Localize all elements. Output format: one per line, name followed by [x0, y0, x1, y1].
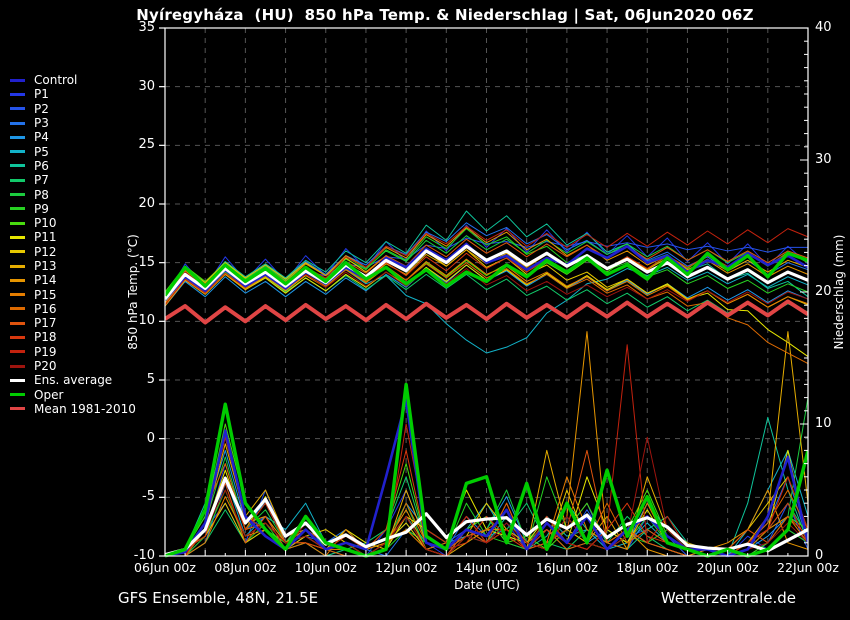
legend-label: P2 — [34, 103, 49, 115]
legend-swatch-p1 — [10, 93, 25, 96]
series-lines — [165, 211, 808, 556]
x-tick-label: 18Jun 00z — [601, 561, 693, 575]
y-left-tick-label: 30 — [113, 79, 155, 94]
legend-label: P8 — [34, 189, 49, 201]
legend-swatch-p6 — [10, 164, 25, 167]
y-right-tick-label: 30 — [815, 152, 849, 167]
legend-item-p19: P19 — [10, 345, 136, 359]
legend-item-oper: Oper — [10, 388, 136, 402]
y-left-tick-label: 20 — [113, 196, 155, 211]
legend-label: P20 — [34, 360, 57, 372]
legend-swatch-p13 — [10, 265, 25, 268]
legend-swatch-control — [10, 79, 25, 82]
legend-label: P17 — [34, 317, 57, 329]
y-left-tick-label: 0 — [113, 431, 155, 446]
y-left-tick-label: 25 — [113, 137, 155, 152]
legend-label: Mean 1981-2010 — [34, 403, 136, 415]
legend-swatch-p20 — [10, 365, 25, 368]
x-tick-label: 08Jun 00z — [199, 561, 291, 575]
x-axis-title: Date (UTC) — [437, 578, 537, 592]
legend-swatch-p16 — [10, 307, 25, 310]
legend-item-p2: P2 — [10, 102, 136, 116]
legend-swatch-mean-1981-2010 — [10, 407, 25, 410]
legend-swatch-p7 — [10, 179, 25, 182]
legend-item-mean-1981-2010: Mean 1981-2010 — [10, 402, 136, 416]
legend-swatch-p10 — [10, 222, 25, 225]
legend-label: P14 — [34, 274, 57, 286]
legend-item-p15: P15 — [10, 287, 136, 301]
y-left-axis-title: 850 hPa Temp. (°C) — [126, 234, 140, 350]
legend-item-p11: P11 — [10, 230, 136, 244]
y-left-tick-label: -5 — [113, 489, 155, 504]
legend-swatch-p8 — [10, 193, 25, 196]
legend-label: Ens. average — [34, 374, 112, 386]
legend-item-p3: P3 — [10, 116, 136, 130]
meteogram-page: Nyíregyháza (HU) 850 hPa Temp. & Nieders… — [0, 0, 850, 620]
legend-item-p14: P14 — [10, 273, 136, 287]
legend-item-p6: P6 — [10, 159, 136, 173]
legend-label: P9 — [34, 203, 49, 215]
legend-label: P7 — [34, 174, 49, 186]
legend-swatch-p12 — [10, 250, 25, 253]
legend-swatch-p19 — [10, 350, 25, 353]
legend-swatch-p18 — [10, 336, 25, 339]
x-tick-label: 20Jun 00z — [682, 561, 774, 575]
legend-label: P12 — [34, 246, 57, 258]
legend-swatch-p15 — [10, 293, 25, 296]
legend-item-p10: P10 — [10, 216, 136, 230]
footer-model-info: GFS Ensemble, 48N, 21.5E — [118, 589, 318, 607]
legend-label: P16 — [34, 303, 57, 315]
legend-item-p18: P18 — [10, 330, 136, 344]
legend-label: P4 — [34, 131, 49, 143]
legend-swatch-p11 — [10, 236, 25, 239]
y-right-tick-label: 40 — [815, 20, 849, 35]
legend-swatch-p9 — [10, 207, 25, 210]
y-right-tick-label: 20 — [815, 284, 849, 299]
x-tick-label: 22Jun 00z — [762, 561, 850, 575]
legend-label: P1 — [34, 88, 49, 100]
y-left-tick-label: 35 — [113, 20, 155, 35]
y-left-tick-label: 10 — [113, 313, 155, 328]
legend-label: P19 — [34, 346, 57, 358]
legend-swatch-p14 — [10, 279, 25, 282]
legend-swatch-p5 — [10, 150, 25, 153]
x-tick-label: 16Jun 00z — [521, 561, 613, 575]
footer-site-credit: Wetterzentrale.de — [600, 589, 796, 607]
x-tick-label: 06Jun 00z — [119, 561, 211, 575]
legend-swatch-p17 — [10, 322, 25, 325]
legend-swatch-p3 — [10, 122, 25, 125]
x-tick-label: 14Jun 00z — [441, 561, 533, 575]
y-left-tick-label: 15 — [113, 255, 155, 270]
legend-label: P5 — [34, 146, 49, 158]
legend-label: P6 — [34, 160, 49, 172]
x-tick-label: 12Jun 00z — [360, 561, 452, 575]
legend-swatch-p4 — [10, 136, 25, 139]
ensemble-legend: Control P1 P2 P3 P4 P5 P6 P7 P8 P9 P10 P11 P12 P13 P14… — [10, 73, 136, 416]
x-tick-label: 10Jun 00z — [280, 561, 372, 575]
legend-swatch-oper — [10, 393, 25, 396]
legend-label: P10 — [34, 217, 57, 229]
legend-label: P3 — [34, 117, 49, 129]
legend-label: P18 — [34, 331, 57, 343]
legend-swatch-p2 — [10, 107, 25, 110]
legend-swatch-ens-average — [10, 379, 25, 382]
y-right-tick-label: 10 — [815, 416, 849, 431]
legend-item-p7: P7 — [10, 173, 136, 187]
y-left-tick-label: 5 — [113, 372, 155, 387]
legend-label: P15 — [34, 289, 57, 301]
legend-label: Oper — [34, 389, 63, 401]
legend-label: P11 — [34, 231, 57, 243]
legend-label: P13 — [34, 260, 57, 272]
legend-label: Control — [34, 74, 77, 86]
